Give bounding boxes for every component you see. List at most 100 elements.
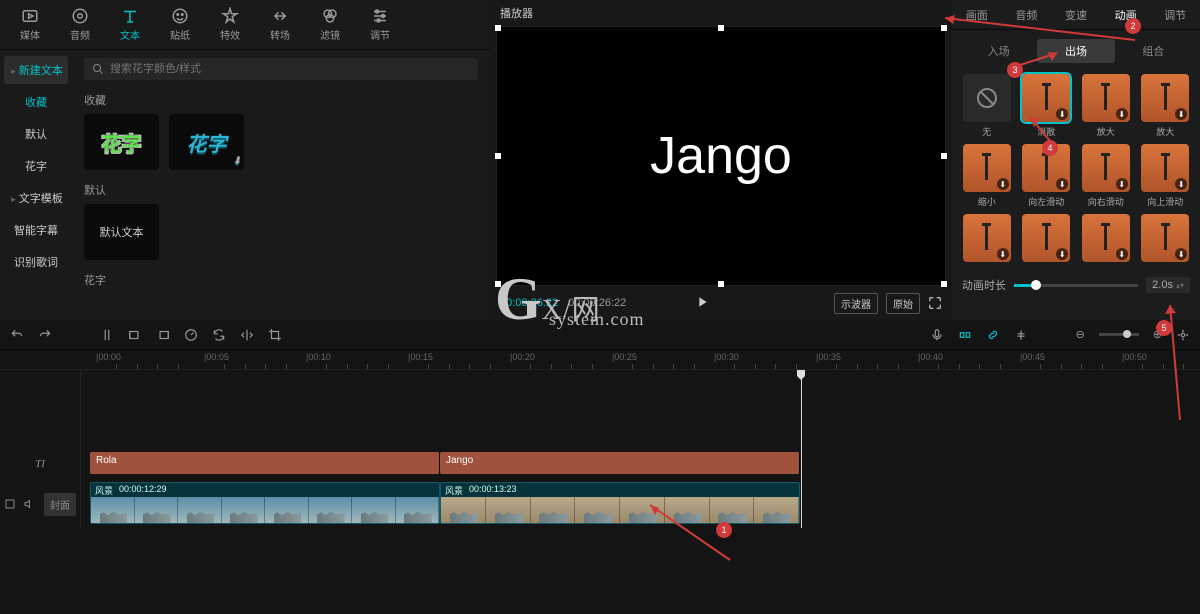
playhead[interactable]: [801, 370, 802, 528]
video-clip-2[interactable]: 风景00:00:13:23: [440, 482, 800, 524]
text-track-head: TI: [0, 458, 80, 470]
tab-effect[interactable]: 特效: [208, 3, 252, 47]
right-tab-4[interactable]: 调节: [1158, 3, 1192, 27]
redo-button[interactable]: [38, 328, 52, 342]
anim-10[interactable]: ⬇: [1079, 214, 1133, 265]
template-huazi-1[interactable]: 花字: [84, 114, 159, 170]
right-tab-1[interactable]: 音频: [1009, 3, 1043, 27]
tab-audio[interactable]: 音频: [58, 3, 102, 47]
fullscreen-icon[interactable]: [928, 296, 942, 310]
anim-4[interactable]: ⬇缩小: [960, 144, 1014, 208]
resize-handle-tr[interactable]: [941, 25, 947, 31]
original-button[interactable]: 原始: [886, 293, 920, 314]
preview-title: 播放器: [496, 0, 946, 26]
right-tab-2[interactable]: 变速: [1059, 3, 1093, 27]
resize-handle-tm[interactable]: [718, 25, 724, 31]
ruler-mark: |00:20: [510, 352, 535, 362]
ruler-mark: |00:35: [816, 352, 841, 362]
zoom-fit-button[interactable]: [1176, 328, 1190, 342]
sidebar-item-1[interactable]: 收藏: [4, 88, 68, 116]
right-tab-0[interactable]: 画面: [960, 3, 994, 27]
time-total: 00:00:26:22: [568, 297, 626, 309]
link-button[interactable]: [986, 328, 1000, 342]
right-tab-3[interactable]: 动画: [1109, 3, 1143, 27]
search-input[interactable]: [110, 63, 470, 75]
text-clip-rola[interactable]: Rola: [90, 452, 440, 474]
resize-handle-bl[interactable]: [495, 281, 501, 287]
section-default: 默认: [84, 182, 478, 198]
anim-3[interactable]: ⬇放大: [1139, 74, 1193, 138]
text-clip-jango[interactable]: Jango: [440, 452, 800, 474]
sidebar-item-6[interactable]: 识别歌词: [4, 248, 68, 276]
sub-tab-1[interactable]: 出场: [1037, 39, 1114, 63]
anim-6[interactable]: ⬇向右滑动: [1079, 144, 1133, 208]
anim-7[interactable]: ⬇向上滑动: [1139, 144, 1193, 208]
resize-handle-br[interactable]: [941, 281, 947, 287]
ruler-mark: |00:40: [918, 352, 943, 362]
zoom-in-button[interactable]: ⊕: [1153, 328, 1162, 341]
sidebar-item-3[interactable]: 花字: [4, 152, 68, 180]
tab-transition[interactable]: 转场: [258, 3, 302, 47]
template-huazi-2[interactable]: 花字⬇: [169, 114, 244, 170]
split-button[interactable]: [100, 328, 114, 342]
ruler-mark: |00:45: [1020, 352, 1045, 362]
tab-text[interactable]: 文本: [108, 3, 152, 47]
duration-slider[interactable]: [1014, 284, 1138, 287]
sub-tab-2[interactable]: 组合: [1115, 39, 1192, 63]
delete-right-button[interactable]: [156, 328, 170, 342]
sub-tab-0[interactable]: 入场: [960, 39, 1037, 63]
zoom-slider[interactable]: [1099, 333, 1139, 336]
tab-filter[interactable]: 滤镜: [308, 3, 352, 47]
download-icon: ⬇: [233, 156, 241, 167]
sidebar-item-0[interactable]: ▸ 新建文本: [4, 56, 68, 84]
anim-11[interactable]: ⬇: [1139, 214, 1193, 265]
tab-sticker[interactable]: 贴纸: [158, 3, 202, 47]
track-toggle-icon[interactable]: [4, 498, 16, 510]
undo-button[interactable]: [10, 328, 24, 342]
template-default-text[interactable]: 默认文本: [84, 204, 159, 260]
mute-icon[interactable]: [24, 498, 36, 510]
ruler-mark: |00:05: [204, 352, 229, 362]
tab-adjust[interactable]: 调节: [358, 3, 402, 47]
play-button[interactable]: [694, 294, 710, 313]
video-clip-1[interactable]: 风景00:00:12:29: [90, 482, 440, 524]
anim-9[interactable]: ⬇: [1020, 214, 1074, 265]
mic-button[interactable]: [930, 328, 944, 342]
speed-button[interactable]: [184, 328, 198, 342]
resize-handle-tl[interactable]: [495, 25, 501, 31]
section-huazi: 花字: [84, 272, 478, 288]
preview-cut-button[interactable]: [1014, 328, 1028, 342]
crop-button[interactable]: [268, 328, 282, 342]
sidebar-item-2[interactable]: 默认: [4, 120, 68, 148]
preview-text[interactable]: Jango: [650, 126, 792, 186]
scope-button[interactable]: 示波器: [834, 293, 878, 314]
tab-media[interactable]: 媒体: [8, 3, 52, 47]
anim-5[interactable]: ⬇向左滑动: [1020, 144, 1074, 208]
section-favorites: 收藏: [84, 92, 478, 108]
sidebar-item-5[interactable]: 智能字幕: [4, 216, 68, 244]
anim-1[interactable]: ⬇消散: [1020, 74, 1074, 138]
rotate-button[interactable]: [212, 328, 226, 342]
search-box[interactable]: [84, 58, 478, 80]
resize-handle-bm[interactable]: [718, 281, 724, 287]
zoom-out-button[interactable]: ⊖: [1076, 328, 1085, 341]
anim-2[interactable]: ⬇放大: [1079, 74, 1133, 138]
duration-value[interactable]: 2.0s▴▾: [1146, 277, 1190, 293]
ruler-mark: |00:00: [96, 352, 121, 362]
cover-button[interactable]: 封面: [44, 493, 76, 516]
anim-8[interactable]: ⬇: [960, 214, 1014, 265]
delete-left-button[interactable]: [128, 328, 142, 342]
duration-label: 动画时长: [962, 277, 1006, 293]
mirror-button[interactable]: [240, 328, 254, 342]
resize-handle-ml[interactable]: [495, 153, 501, 159]
ruler-mark: |00:25: [612, 352, 637, 362]
magnet-button[interactable]: [958, 328, 972, 342]
anim-0[interactable]: 无: [960, 74, 1014, 138]
sidebar-item-4[interactable]: ▸ 文字模板: [4, 184, 68, 212]
preview-canvas[interactable]: Jango: [496, 26, 946, 286]
ruler-mark: |00:30: [714, 352, 739, 362]
ruler-mark: |00:50: [1122, 352, 1147, 362]
search-icon: [92, 63, 104, 75]
time-current: 00:00:26:22: [500, 297, 558, 309]
resize-handle-mr[interactable]: [941, 153, 947, 159]
